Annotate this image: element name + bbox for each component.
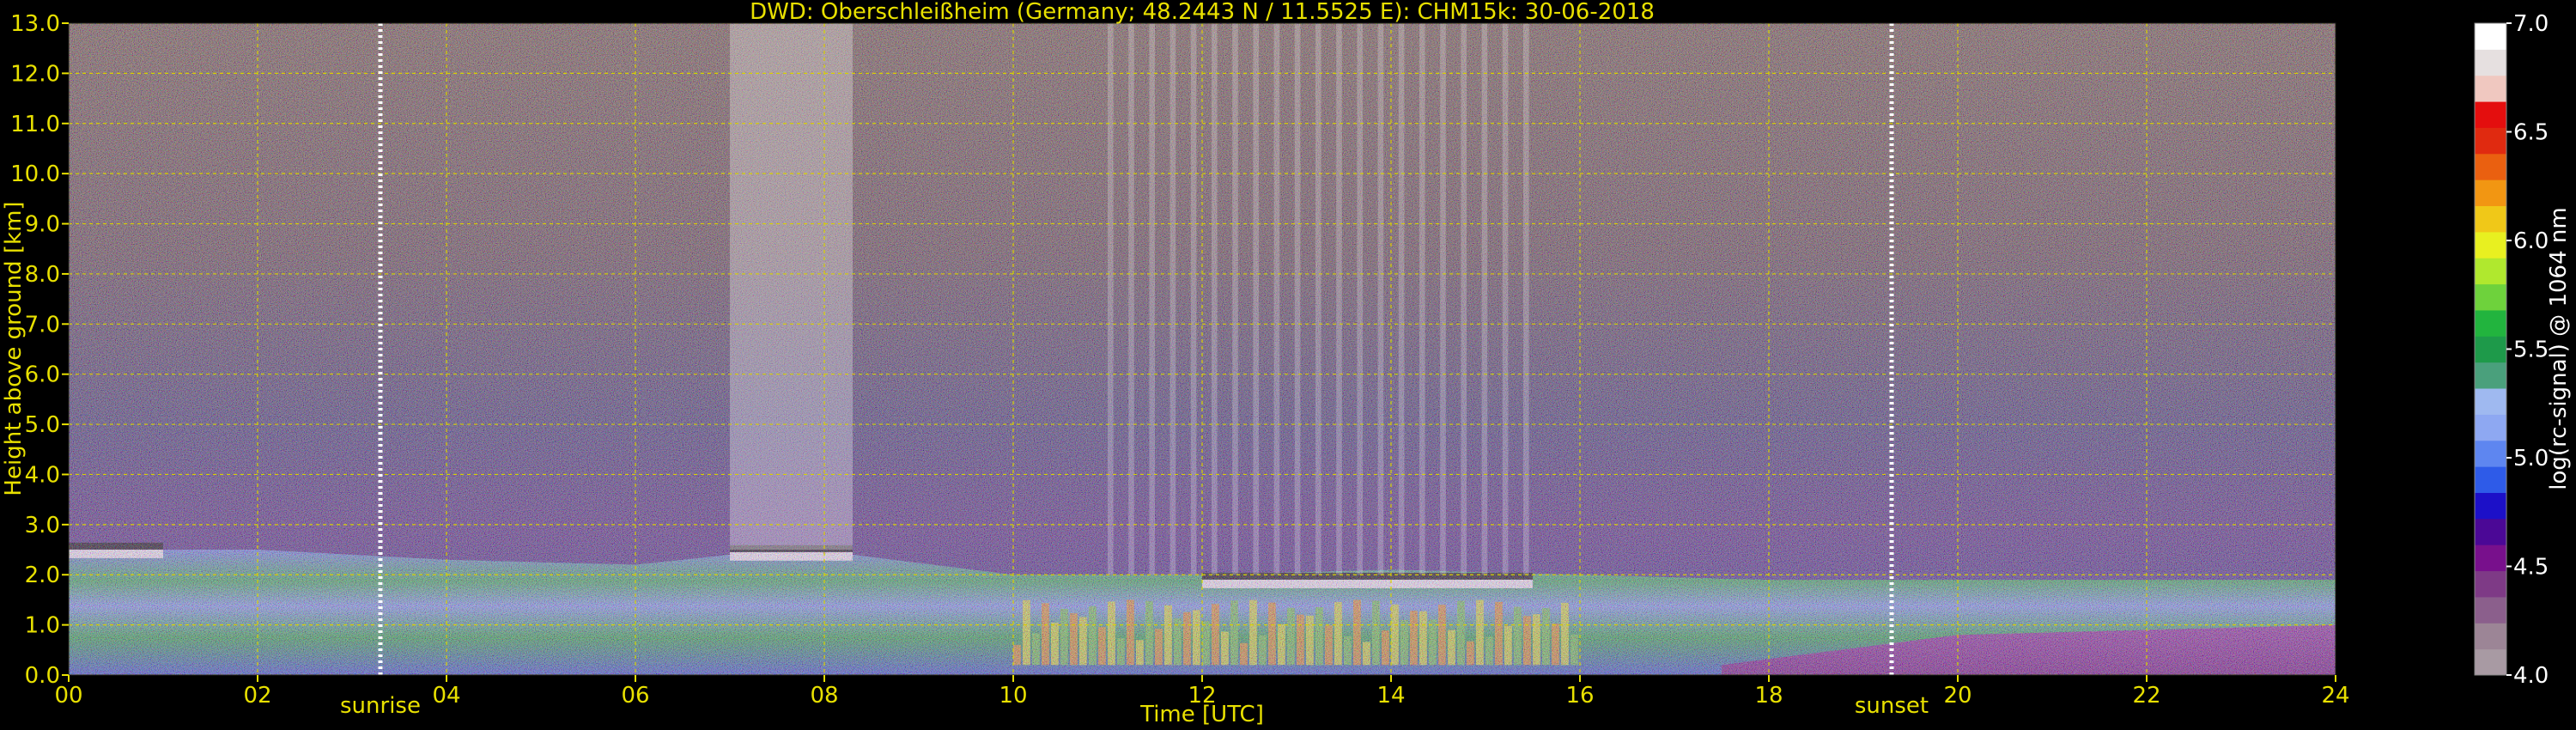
colorbar-swatch xyxy=(2475,153,2506,180)
colorbar-tick-label: 5.0 xyxy=(2513,446,2549,471)
colorbar-swatch xyxy=(2475,101,2506,128)
x-axis-label: Time [UTC] xyxy=(1139,702,1264,727)
y-tick-label: 9.0 xyxy=(25,212,60,238)
lidar-backscatter-chart: DWD: Oberschleißheim (Germany; 48.2443 N… xyxy=(1,0,2572,727)
colorbar-swatch xyxy=(2475,127,2506,155)
noise-streak xyxy=(1190,23,1197,575)
noise-streak xyxy=(1357,23,1363,575)
colorbar-swatch xyxy=(2475,518,2506,545)
x-tick-label: 24 xyxy=(2321,683,2349,709)
y-tick-label: 10.0 xyxy=(10,161,60,187)
colorbar-swatch xyxy=(2475,283,2506,311)
colorbar-swatch xyxy=(2475,466,2506,493)
noise-streak xyxy=(1108,23,1114,575)
colorbar-label: log(rc-signal) @ 1064 nm xyxy=(2546,207,2572,490)
x-tick-label: 00 xyxy=(54,683,82,709)
x-tick-label: 14 xyxy=(1376,683,1405,709)
noise-streak xyxy=(1212,23,1218,575)
noise-streak xyxy=(1440,23,1446,575)
noise-streak xyxy=(1419,23,1425,575)
noise-streak xyxy=(1253,23,1259,575)
x-tick-label: 20 xyxy=(1943,683,1971,709)
noise-streak xyxy=(1128,23,1134,575)
noise-streak xyxy=(1481,23,1488,575)
colorbar-swatch xyxy=(2475,49,2506,76)
y-tick-label: 3.0 xyxy=(25,513,60,538)
noise-streak xyxy=(1149,23,1155,575)
colorbar-tick-label: 4.5 xyxy=(2513,555,2549,581)
y-tick-label: 4.0 xyxy=(25,462,60,488)
colorbar-swatch xyxy=(2475,258,2506,285)
y-tick-label: 8.0 xyxy=(25,262,60,288)
colorbar-swatch xyxy=(2475,23,2506,50)
y-tick-label: 7.0 xyxy=(25,312,60,338)
y-tick-label: 6.0 xyxy=(25,362,60,388)
colorbar-tick-label: 6.5 xyxy=(2513,120,2549,146)
sunset-label: sunset xyxy=(1855,693,1929,719)
noise-streak xyxy=(1461,23,1467,575)
colorbar-swatch xyxy=(2475,309,2506,337)
colorbar-swatch xyxy=(2475,388,2506,415)
colorbar-swatch xyxy=(2475,570,2506,598)
noise-streak xyxy=(1232,23,1238,575)
y-tick-label: 12.0 xyxy=(10,61,60,87)
noise-streak xyxy=(1273,23,1280,575)
noise-streak xyxy=(1294,23,1301,575)
x-tick-label: 06 xyxy=(621,683,649,709)
colorbar-swatch xyxy=(2475,231,2506,259)
x-tick-label: 04 xyxy=(432,683,460,709)
noise-streak xyxy=(730,23,853,551)
colorbar-swatch xyxy=(2475,205,2506,233)
y-axis-label: Height above ground [km] xyxy=(1,201,27,496)
x-tick-label: 02 xyxy=(243,683,271,709)
colorbar-swatch xyxy=(2475,362,2506,389)
sunrise-label: sunrise xyxy=(340,693,421,719)
colorbar-swatch xyxy=(2475,623,2506,650)
noise-streak xyxy=(1377,23,1384,575)
noise-streak xyxy=(1523,23,1529,575)
noise-streak xyxy=(1398,23,1405,575)
x-tick-label: 08 xyxy=(810,683,838,709)
noise-streak xyxy=(1315,23,1321,575)
colorbar-tick-label: 6.0 xyxy=(2513,228,2549,254)
colorbar: 4.0 4.5 5.0 5.5 6.0 6.5 7.0 xyxy=(2474,11,2549,689)
colorbar-swatch xyxy=(2475,544,2506,572)
chart-title: DWD: Oberschleißheim (Germany; 48.2443 N… xyxy=(750,0,1655,25)
colorbar-swatch xyxy=(2475,75,2506,102)
colorbar-swatch xyxy=(2475,492,2506,520)
noise-streak xyxy=(1336,23,1342,575)
colorbar-swatch xyxy=(2475,440,2506,467)
colorbar-swatch xyxy=(2475,179,2506,207)
y-tick-label: 5.0 xyxy=(25,412,60,438)
y-tick-label: 13.0 xyxy=(10,11,60,37)
colorbar-swatch xyxy=(2475,648,2506,676)
noise-streak xyxy=(1502,23,1509,575)
colorbar-swatch xyxy=(2475,336,2506,363)
plot-area xyxy=(69,23,2336,675)
colorbar-swatch xyxy=(2475,414,2506,441)
x-tick-label: 16 xyxy=(1565,683,1594,709)
y-tick-label: 1.0 xyxy=(25,613,60,639)
colorbar-tick-label: 5.5 xyxy=(2513,338,2549,363)
x-tick-label: 18 xyxy=(1754,683,1783,709)
x-tick-label: 22 xyxy=(2132,683,2160,709)
colorbar-tick-label: 4.0 xyxy=(2513,663,2549,689)
y-tick-label: 2.0 xyxy=(25,563,60,588)
sun-marker-labels: sunrise sunset xyxy=(340,693,1929,719)
colorbar-tick-label: 7.0 xyxy=(2513,11,2549,37)
colorbar-swatch xyxy=(2475,596,2506,624)
x-tick-label: 10 xyxy=(999,683,1027,709)
y-tick-label: 11.0 xyxy=(10,112,60,137)
noise-streak xyxy=(1170,23,1176,575)
